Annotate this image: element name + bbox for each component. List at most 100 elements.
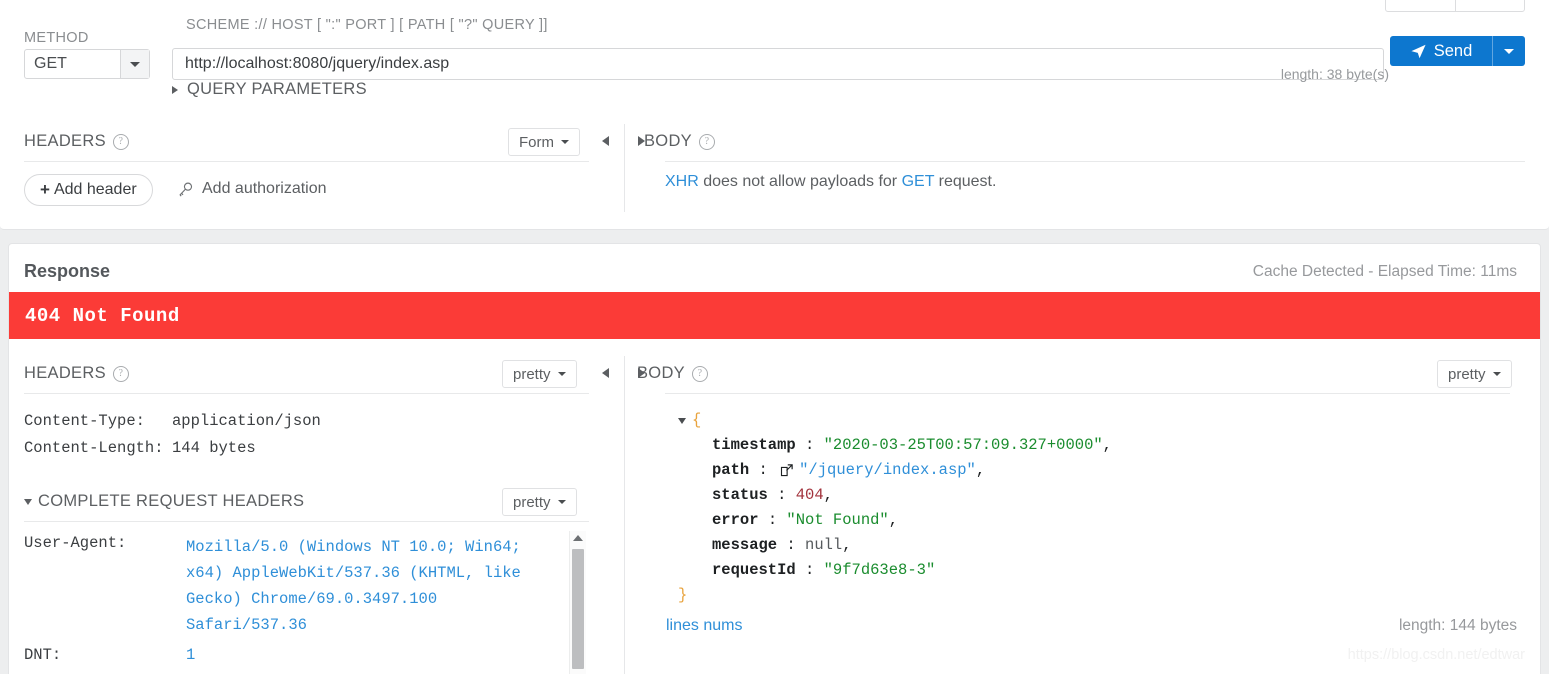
plus-icon: + <box>40 180 50 199</box>
request-body-notice-method: GET <box>901 173 935 190</box>
table-row: Content-Type: application/json <box>24 412 321 430</box>
request-headers-title-text: HEADERS <box>24 132 106 150</box>
response-panel-nav[interactable] <box>602 368 609 378</box>
request-header-value-dnt: 1 <box>186 646 196 664</box>
help-icon[interactable]: ? <box>112 365 129 382</box>
json-value: "9f7d63e8-3" <box>823 561 936 579</box>
user-agent-scrollbar[interactable] <box>569 531 586 674</box>
add-header-button[interactable]: + Add header <box>24 174 153 206</box>
json-field-status: status : 404 , <box>678 483 1112 508</box>
request-header-value-user-agent: Mozilla/5.0 (Windows NT 10.0; Win64; x64… <box>186 538 521 634</box>
request-body-title-text: BODY <box>644 132 692 150</box>
help-icon[interactable]: ? <box>698 133 715 150</box>
header-key: Content-Length: <box>24 439 164 457</box>
json-key: path <box>712 461 750 479</box>
chevron-down-icon <box>130 61 140 67</box>
lines-nums-toggle[interactable]: lines nums <box>666 617 742 635</box>
collapse-toggle-icon[interactable] <box>678 417 686 424</box>
response-headers-format-value: pretty <box>513 365 551 383</box>
json-value: "Not Found" <box>786 511 889 529</box>
chevron-down-icon <box>1492 372 1501 376</box>
request-body-title: BODY ? <box>637 132 715 151</box>
json-open-brace-line: { <box>678 408 1112 433</box>
json-field-error: error : "Not Found" , <box>678 508 1112 533</box>
response-body-header: BODY ? <box>637 364 708 383</box>
complete-request-headers-toggle[interactable]: COMPLETE REQUEST HEADERS <box>24 492 304 511</box>
add-authorization-button[interactable]: Add authorization <box>177 180 327 198</box>
send-button-main[interactable]: Send <box>1390 36 1492 66</box>
json-field-requestid: requestId : "9f7d63e8-3" <box>678 558 1112 583</box>
request-body-divider <box>665 161 1525 162</box>
paper-plane-icon <box>1411 44 1426 58</box>
json-key: message <box>712 536 778 554</box>
request-headers-divider <box>24 161 589 162</box>
json-comma: , <box>888 511 899 529</box>
request-body-header: BODY ? <box>637 132 715 151</box>
response-body-length: length: 144 bytes <box>1398 617 1517 634</box>
external-link-icon[interactable] <box>779 463 794 478</box>
json-comma: , <box>842 536 852 554</box>
arrow-left-icon[interactable] <box>602 136 609 146</box>
header-key: Content-Type: <box>24 412 145 430</box>
json-value[interactable]: "/jquery/index.asp" <box>799 458 976 483</box>
request-panel-nav[interactable] <box>602 136 609 146</box>
response-body-divider <box>665 393 1510 394</box>
json-key: requestId <box>712 561 796 579</box>
request-panel-divider <box>624 124 625 212</box>
complete-request-headers-divider <box>24 521 589 522</box>
method-select-value: GET <box>34 55 67 72</box>
arrow-left-icon[interactable] <box>602 368 609 378</box>
response-body-title: BODY ? <box>637 364 708 383</box>
method-select[interactable]: GET <box>24 49 150 79</box>
response-title: Response <box>24 261 111 281</box>
send-button-label: Send <box>1433 41 1473 60</box>
help-icon[interactable]: ? <box>112 133 129 150</box>
chevron-down-icon <box>561 140 569 144</box>
triangle-right-icon <box>172 85 178 94</box>
top-toolbar-stub-right[interactable] <box>1456 0 1525 11</box>
json-close-brace-line: } <box>678 583 1112 608</box>
chevron-down-icon <box>557 500 566 504</box>
json-value: null <box>805 536 843 554</box>
status-banner: 404 Not Found <box>9 292 1540 339</box>
response-panel-divider <box>624 356 625 674</box>
complete-request-headers-label: COMPLETE REQUEST HEADERS <box>38 492 305 510</box>
header-value: application/json <box>172 412 321 430</box>
response-headers-format-select[interactable]: pretty <box>502 360 577 388</box>
watermark: https://blog.csdn.net/edtwar <box>1347 647 1525 663</box>
status-text: 404 Not Found <box>25 304 180 327</box>
send-button-dropdown[interactable] <box>1492 36 1525 66</box>
json-field-message: message : null , <box>678 533 1112 558</box>
scrollbar-thumb[interactable] <box>572 549 584 669</box>
url-hint-label: SCHEME :// HOST [ ":" PORT ] [ PATH [ "?… <box>186 17 548 33</box>
request-length-note: length: 38 byte(s) <box>1280 66 1389 82</box>
json-field-path: path : "/jquery/index.asp" , <box>678 458 1112 483</box>
complete-request-headers-format-select[interactable]: pretty <box>502 488 577 516</box>
url-input[interactable] <box>172 48 1384 80</box>
query-parameters-toggle[interactable]: QUERY PARAMETERS <box>172 80 367 99</box>
key-icon <box>179 182 193 197</box>
method-select-caret-box[interactable] <box>120 50 149 78</box>
json-comma: , <box>1102 436 1112 454</box>
header-value: 144 bytes <box>172 439 256 457</box>
request-headers-format-select[interactable]: Form <box>508 128 580 156</box>
send-button[interactable]: Send <box>1390 36 1525 66</box>
request-body-notice-mid: does not allow payloads for <box>698 173 902 190</box>
help-icon[interactable]: ? <box>691 365 708 382</box>
method-label: METHOD <box>24 30 89 46</box>
top-toolbar-stub[interactable] <box>1385 0 1525 12</box>
response-body-format-value: pretty <box>1448 365 1486 383</box>
json-comma: , <box>823 486 833 504</box>
json-open-brace: { <box>692 411 702 429</box>
response-body-format-select[interactable]: pretty <box>1437 360 1512 388</box>
json-value: "2020-03-25T00:57:09.327+0000" <box>823 436 1103 454</box>
restlet-client-screen: METHOD GET SCHEME :// HOST [ ":" PORT ] … <box>0 0 1549 674</box>
scroll-up-icon[interactable] <box>573 535 583 541</box>
request-headers-title: HEADERS ? <box>24 132 129 151</box>
top-toolbar-stub-left[interactable] <box>1386 0 1455 11</box>
xhr-link[interactable]: XHR <box>665 173 699 190</box>
table-row: Content-Length: 144 bytes <box>24 439 256 457</box>
request-header-key-dnt: DNT: <box>24 646 62 664</box>
complete-request-headers-format-value: pretty <box>513 493 551 511</box>
chevron-down-icon <box>1504 48 1514 54</box>
